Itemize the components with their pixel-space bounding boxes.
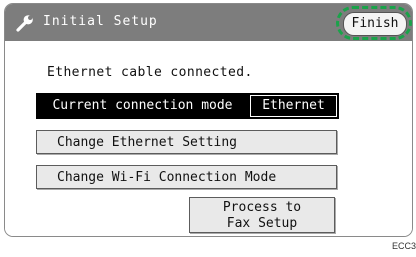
setup-panel: Initial Setup Finish Ethernet cable conn… <box>4 3 413 237</box>
setup-content: Ethernet cable connected. Current connec… <box>5 41 412 236</box>
finish-button[interactable]: Finish <box>343 12 407 36</box>
title-bar: Initial Setup Finish <box>5 4 412 41</box>
connection-status: Ethernet cable connected. <box>47 65 253 80</box>
fax-setup-line2: Fax Setup <box>226 216 298 231</box>
change-wifi-mode-button[interactable]: Change Wi-Fi Connection Mode <box>36 165 337 189</box>
process-to-fax-setup-button[interactable]: Process to Fax Setup <box>189 197 335 233</box>
connection-mode-row: Current connection mode Ethernet <box>36 93 339 119</box>
fax-setup-line1: Process to <box>222 200 302 215</box>
figure-code: ECC3 <box>392 241 416 251</box>
wrench-icon <box>16 15 33 32</box>
change-ethernet-setting-button[interactable]: Change Ethernet Setting <box>36 130 337 154</box>
connection-mode-label: Current connection mode <box>52 98 233 113</box>
window-title: Initial Setup <box>43 14 158 29</box>
connection-mode-value: Ethernet <box>250 95 337 117</box>
